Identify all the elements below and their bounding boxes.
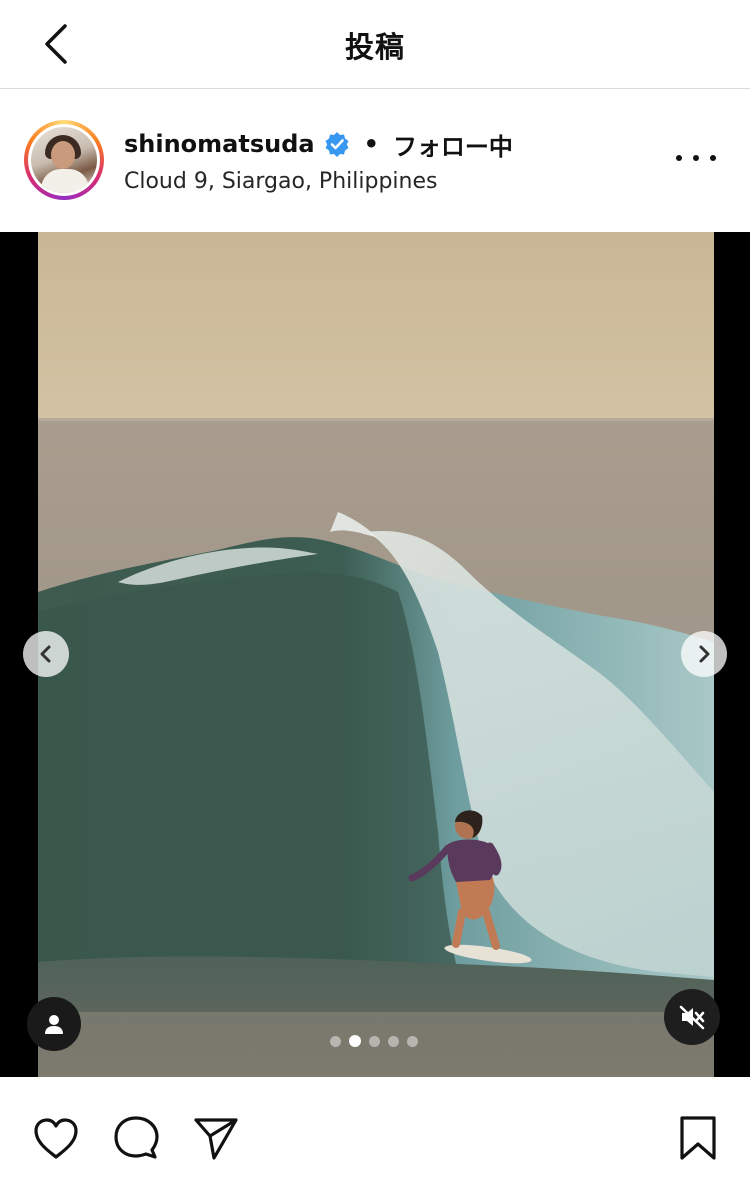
comment-icon: [114, 1116, 159, 1159]
heart-icon: [34, 1118, 78, 1159]
mute-toggle-button[interactable]: [664, 989, 720, 1045]
carousel-dot: [330, 1035, 341, 1047]
carousel-dot: [407, 1035, 418, 1047]
post-media[interactable]: [0, 232, 750, 1077]
username-row: shinomatsuda • フォロー中: [124, 127, 513, 161]
carousel-indicator: [330, 1035, 418, 1047]
location-link[interactable]: Cloud 9, Siargao, Philippines: [124, 169, 437, 194]
previous-slide-button[interactable]: [23, 631, 69, 677]
following-button[interactable]: フォロー中: [393, 127, 513, 162]
comment-button[interactable]: [110, 1112, 162, 1164]
carousel-dot: [388, 1035, 399, 1047]
send-icon: [194, 1118, 238, 1160]
story-ring[interactable]: [24, 120, 104, 200]
next-slide-button[interactable]: [681, 631, 727, 677]
user-tag-icon: [45, 1015, 63, 1034]
action-bar: [0, 1078, 750, 1188]
chevron-left-icon: [40, 645, 51, 663]
chevron-right-icon: [699, 645, 710, 663]
muted-speaker-icon: [679, 1005, 705, 1030]
post-header: shinomatsuda • フォロー中 Cloud 9, Siargao, P…: [0, 89, 750, 231]
save-button[interactable]: [672, 1112, 724, 1164]
like-button[interactable]: [30, 1112, 82, 1164]
username[interactable]: shinomatsuda: [124, 130, 315, 158]
top-bar: 投稿: [0, 0, 750, 89]
carousel-dot: [369, 1035, 380, 1047]
share-button[interactable]: [190, 1112, 242, 1164]
surf-video-frame: [38, 232, 714, 1077]
user-tag-button[interactable]: [27, 997, 81, 1051]
more-options-icon[interactable]: [676, 145, 716, 171]
verified-badge-icon: [324, 131, 350, 157]
avatar: [31, 127, 97, 193]
separator-dot: •: [363, 130, 379, 158]
bookmark-icon: [680, 1116, 716, 1160]
page-title: 投稿: [344, 30, 405, 64]
carousel-dot-active: [349, 1035, 361, 1047]
